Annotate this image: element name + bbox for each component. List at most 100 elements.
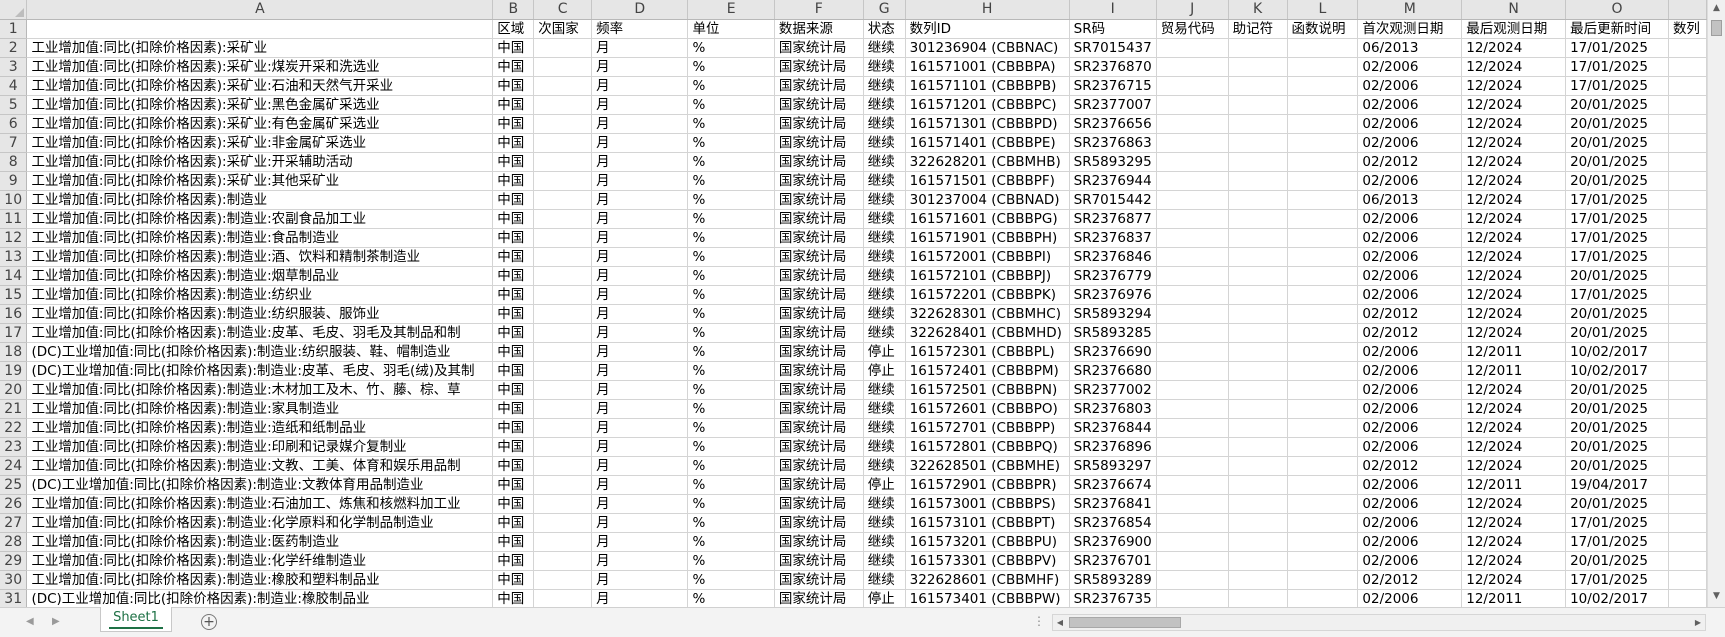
cell[interactable] [1668, 152, 1707, 172]
cell[interactable] [1668, 38, 1707, 58]
cell[interactable]: SR2376870 [1069, 57, 1157, 77]
cell[interactable] [1287, 399, 1359, 419]
cell[interactable]: 国家统计局 [774, 76, 864, 96]
cell[interactable] [1156, 266, 1229, 286]
cell[interactable]: 161572601 (CBBBPO) [905, 399, 1070, 419]
cell[interactable]: 06/2013 [1357, 190, 1463, 210]
cell[interactable]: 继续 [863, 304, 906, 324]
cell[interactable]: 17/01/2025 [1565, 532, 1669, 552]
cell[interactable]: 工业增加值:同比(扣除价格因素):制造业:文教、工美、体育和娱乐用品制 [26, 456, 494, 476]
cell[interactable] [1668, 532, 1707, 552]
cell[interactable]: % [687, 57, 775, 77]
cell[interactable]: 工业增加值:同比(扣除价格因素):制造业:石油加工、炼焦和核燃料加工业 [26, 494, 494, 514]
cell[interactable]: % [687, 285, 775, 305]
cell[interactable]: 17/01/2025 [1565, 38, 1669, 58]
cell[interactable]: 停止 [863, 475, 906, 495]
cell[interactable]: 月 [591, 532, 689, 552]
cell[interactable]: 20/01/2025 [1565, 380, 1669, 400]
spreadsheet-grid[interactable]: ABCDEFGHIJKLMNO 1 区域 次国家 频率 单位 数据来源 状态 数列ID SR码贸… [0, 0, 1707, 607]
cell[interactable]: 月 [591, 494, 689, 514]
cell[interactable]: % [687, 190, 775, 210]
cell[interactable]: 工业增加值:同比(扣除价格因素):采矿业:非金属矿采选业 [26, 133, 494, 153]
column-header[interactable]: H [905, 0, 1070, 20]
cell[interactable] [1287, 570, 1359, 590]
cell[interactable] [1156, 532, 1229, 552]
cell[interactable]: % [687, 589, 775, 607]
cell[interactable]: 国家统计局 [774, 266, 864, 286]
header-cell[interactable]: 助记符 [1228, 19, 1288, 39]
cell[interactable] [1668, 95, 1707, 115]
column-header[interactable]: D [591, 0, 689, 20]
cell[interactable]: 12/2024 [1461, 456, 1567, 476]
cell[interactable]: 161571301 (CBBBPD) [905, 114, 1070, 134]
cell[interactable] [1668, 399, 1707, 419]
cell[interactable] [1228, 228, 1288, 248]
cell[interactable]: % [687, 437, 775, 457]
cell[interactable]: 02/2006 [1357, 380, 1463, 400]
cell[interactable] [533, 114, 593, 134]
cell[interactable]: 02/2006 [1357, 247, 1463, 267]
cell[interactable] [1287, 437, 1359, 457]
cell[interactable]: 20/01/2025 [1565, 152, 1669, 172]
column-header[interactable]: O [1565, 0, 1669, 20]
row-header[interactable]: 13 [0, 247, 28, 267]
cell[interactable] [1156, 190, 1229, 210]
cell[interactable]: 12/2024 [1461, 570, 1567, 590]
column-header[interactable]: E [687, 0, 775, 20]
cell[interactable]: 月 [591, 285, 689, 305]
cell[interactable]: 工业增加值:同比(扣除价格因素):采矿业:其他采矿业 [26, 171, 494, 191]
cell[interactable]: 02/2006 [1357, 399, 1463, 419]
cell[interactable] [1287, 456, 1359, 476]
cell[interactable] [533, 342, 593, 362]
cell[interactable]: 继续 [863, 152, 906, 172]
cell[interactable]: 国家统计局 [774, 399, 864, 419]
cell[interactable] [1287, 551, 1359, 571]
cell[interactable]: SR2376674 [1069, 475, 1157, 495]
cell[interactable]: 工业增加值:同比(扣除价格因素):制造业:化学纤维制造业 [26, 551, 494, 571]
cell[interactable] [1668, 171, 1707, 191]
cell[interactable]: 国家统计局 [774, 532, 864, 552]
cell[interactable]: 月 [591, 456, 689, 476]
row-header[interactable]: 14 [0, 266, 28, 286]
cell[interactable] [1668, 551, 1707, 571]
cell[interactable]: 20/01/2025 [1565, 437, 1669, 457]
cell[interactable] [1156, 95, 1229, 115]
cell[interactable] [1156, 209, 1229, 229]
vertical-scroll-thumb[interactable] [1711, 20, 1722, 36]
cell[interactable] [1228, 114, 1288, 134]
cell[interactable]: (DC)工业增加值:同比(扣除价格因素):制造业:皮革、毛皮、羽毛(绒)及其制 [26, 361, 494, 381]
cell[interactable]: 国家统计局 [774, 133, 864, 153]
cell[interactable]: 20/01/2025 [1565, 323, 1669, 343]
cell[interactable]: 中国 [492, 513, 535, 533]
cell[interactable]: 12/2024 [1461, 228, 1567, 248]
cell[interactable] [1228, 589, 1288, 607]
header-cell[interactable]: 最后观测日期 [1461, 19, 1567, 39]
cell[interactable]: 10/02/2017 [1565, 342, 1669, 362]
cell[interactable] [1668, 570, 1707, 590]
cell[interactable]: 02/2006 [1357, 361, 1463, 381]
cell[interactable]: 322628301 (CBBMHC) [905, 304, 1070, 324]
cell[interactable]: 国家统计局 [774, 589, 864, 607]
cell[interactable]: 12/2024 [1461, 304, 1567, 324]
cell[interactable]: % [687, 399, 775, 419]
cell[interactable]: 12/2024 [1461, 76, 1567, 96]
cell[interactable]: 国家统计局 [774, 57, 864, 77]
cell[interactable]: 中国 [492, 95, 535, 115]
cell[interactable] [1668, 361, 1707, 381]
cell[interactable]: 国家统计局 [774, 152, 864, 172]
header-cell[interactable]: 频率 [591, 19, 689, 39]
cell[interactable]: 20/01/2025 [1565, 114, 1669, 134]
column-header[interactable]: I [1069, 0, 1157, 20]
cell[interactable] [1668, 209, 1707, 229]
cell[interactable]: 工业增加值:同比(扣除价格因素):制造业:医药制造业 [26, 532, 494, 552]
cell[interactable]: % [687, 76, 775, 96]
cell[interactable]: 02/2006 [1357, 475, 1463, 495]
cell[interactable]: 12/2024 [1461, 532, 1567, 552]
cell[interactable]: % [687, 114, 775, 134]
cell[interactable] [1228, 361, 1288, 381]
cell[interactable]: 12/2024 [1461, 551, 1567, 571]
cell[interactable]: 02/2006 [1357, 494, 1463, 514]
cell[interactable]: 工业增加值:同比(扣除价格因素):采矿业:黑色金属矿采选业 [26, 95, 494, 115]
cell[interactable] [1228, 171, 1288, 191]
cell[interactable]: 02/2006 [1357, 171, 1463, 191]
